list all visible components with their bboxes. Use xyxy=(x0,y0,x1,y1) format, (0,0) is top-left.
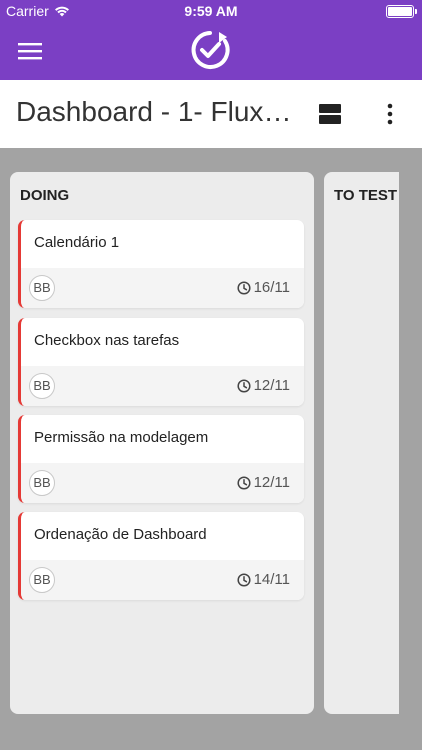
more-options-icon[interactable] xyxy=(380,102,400,126)
column-title: TO TEST xyxy=(334,187,398,204)
app-bar xyxy=(0,22,422,80)
task-footer: BB 14/11 xyxy=(21,560,304,600)
battery-icon xyxy=(386,5,417,18)
clock-icon xyxy=(237,280,251,295)
task-card[interactable]: Permissão na modelagem BB 12/11 xyxy=(18,415,304,503)
view-toggle-icon[interactable] xyxy=(318,103,342,125)
column-to-test: TO TEST xyxy=(324,172,399,714)
avatar[interactable]: BB xyxy=(29,567,55,593)
task-footer: BB 12/11 xyxy=(21,463,304,503)
due-date-text: 12/11 xyxy=(253,474,290,491)
kanban-board[interactable]: DOING Calendário 1 BB 16/11 Checkbox nas… xyxy=(0,148,422,750)
avatar[interactable]: BB xyxy=(29,275,55,301)
clock-icon xyxy=(237,378,251,393)
task-title: Ordenação de Dashboard xyxy=(34,526,207,543)
task-footer: BB 12/11 xyxy=(21,366,304,406)
due-date-text: 12/11 xyxy=(253,377,290,394)
page-title: Dashboard - 1- Fluxo de Trabalho xyxy=(16,96,306,127)
clock-icon xyxy=(237,475,251,490)
due-date-text: 16/11 xyxy=(253,279,290,296)
task-card[interactable]: Calendário 1 BB 16/11 xyxy=(18,220,304,308)
status-bar: Carrier 9:59 AM xyxy=(0,0,422,22)
clock: 9:59 AM xyxy=(184,3,238,19)
task-card[interactable]: Checkbox nas tarefas BB 12/11 xyxy=(18,318,304,406)
clock-icon xyxy=(237,572,251,587)
task-footer: BB 16/11 xyxy=(21,268,304,308)
due-date: 14/11 xyxy=(237,571,290,588)
column-doing: DOING Calendário 1 BB 16/11 Checkbox nas… xyxy=(10,172,314,714)
dashboard-header: Dashboard - 1- Fluxo de Trabalho xyxy=(0,80,422,148)
due-date: 12/11 xyxy=(237,474,290,491)
avatar[interactable]: BB xyxy=(29,373,55,399)
app-logo-icon xyxy=(191,31,230,69)
hamburger-menu-icon[interactable] xyxy=(16,40,44,62)
column-title: DOING xyxy=(20,187,70,204)
task-title: Permissão na modelagem xyxy=(34,429,209,446)
task-card[interactable]: Ordenação de Dashboard BB 14/11 xyxy=(18,512,304,600)
due-date-text: 14/11 xyxy=(253,571,290,588)
due-date: 16/11 xyxy=(237,279,290,296)
task-title: Checkbox nas tarefas xyxy=(34,332,180,349)
due-date: 12/11 xyxy=(237,377,290,394)
avatar[interactable]: BB xyxy=(29,470,55,496)
task-title: Calendário 1 xyxy=(34,234,120,251)
